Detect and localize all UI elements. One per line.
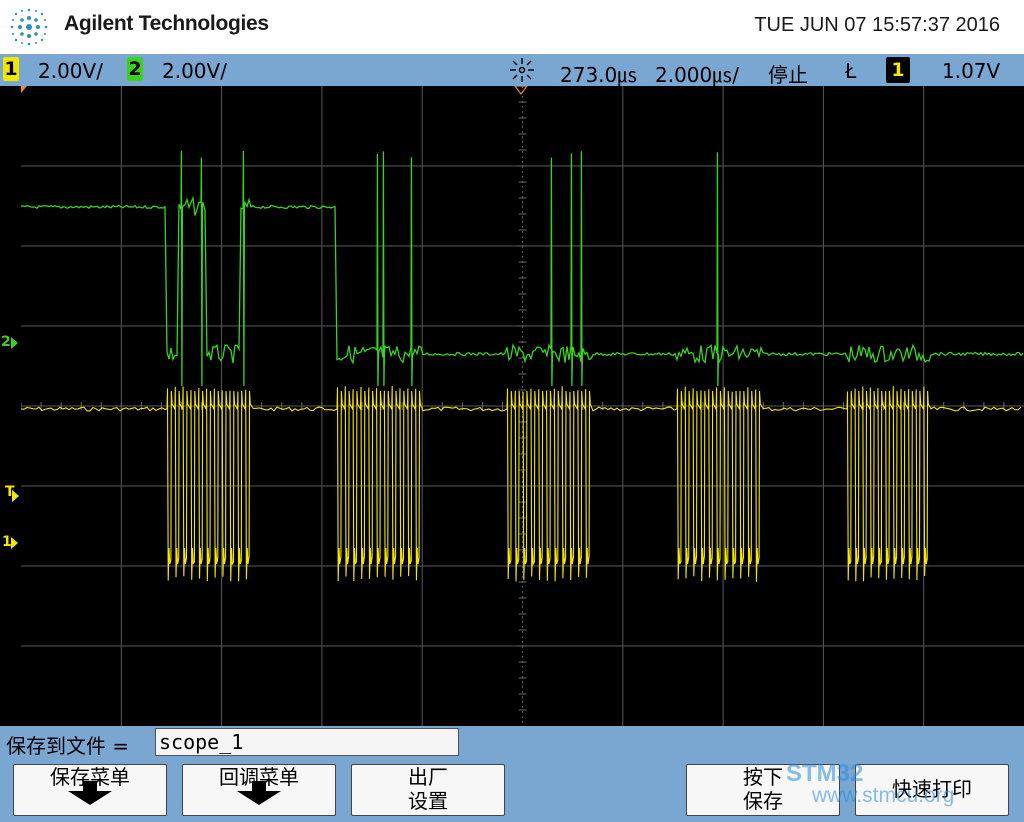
timebase-value: 2.000㎲/ — [655, 63, 739, 87]
save-menu-button[interactable]: 保存菜单 — [13, 764, 167, 816]
ch2-ground-marker[interactable]: 2 — [0, 334, 21, 354]
ch2-scale: 2.00V/ — [162, 59, 227, 83]
file-name-field[interactable]: scope_1 — [155, 728, 459, 756]
trigger-source: 1 — [886, 57, 910, 83]
down-arrow-icon — [237, 781, 281, 805]
ch2-arrow-icon — [11, 337, 18, 349]
status-bar: 1 2.00V/ 2 2.00V/ 273.0㎲ 2.000㎲/ 停止 Ł 1 … — [0, 54, 1024, 87]
factory-label-line1: 出厂 — [408, 765, 448, 789]
down-arrow-icon — [68, 781, 112, 805]
date-time: TUE JUN 07 15:57:37 2016 — [754, 14, 1000, 36]
ch1-indicator[interactable]: 1 — [3, 57, 19, 81]
trigger-arrow-icon — [12, 490, 19, 502]
agilent-spark-logo-icon — [10, 8, 48, 46]
trigger-time-marker-icon — [514, 86, 528, 95]
graticule — [21, 86, 1024, 726]
ch1-trace — [21, 385, 1022, 582]
brand-name: Agilent Technologies — [64, 12, 269, 35]
recall-menu-button[interactable]: 回调菜单 — [182, 764, 336, 816]
trigger-level-marker[interactable]: T — [0, 484, 21, 506]
left-edge-marker-icon — [21, 86, 27, 93]
factory-label-line2: 设置 — [408, 789, 448, 813]
ch1-scale: 2.00V/ — [38, 59, 103, 83]
save-to-file-label: 保存到文件 = — [6, 734, 130, 758]
trigger-level: 1.07V — [942, 59, 1001, 83]
waveform-display: 2 T 1 — [0, 86, 1024, 726]
trigger-slope-icon: Ł — [845, 59, 857, 83]
ch2-indicator[interactable]: 2 — [127, 57, 143, 81]
ch2-trace — [21, 150, 1024, 387]
ch1-ground-marker[interactable]: 1 — [0, 534, 21, 554]
ch1-arrow-icon — [11, 537, 18, 549]
run-state: 停止 — [768, 63, 808, 87]
ch2-ground-label: 2 — [1, 334, 11, 350]
delay-value: 273.0㎲ — [560, 63, 638, 87]
watermark-url: www.stmcu.org — [812, 784, 955, 807]
factory-default-button[interactable]: 出厂 设置 — [351, 764, 505, 816]
trigger-position-icon — [510, 58, 534, 82]
title-bar: Agilent Technologies TUE JUN 07 15:57:37… — [0, 0, 1024, 54]
